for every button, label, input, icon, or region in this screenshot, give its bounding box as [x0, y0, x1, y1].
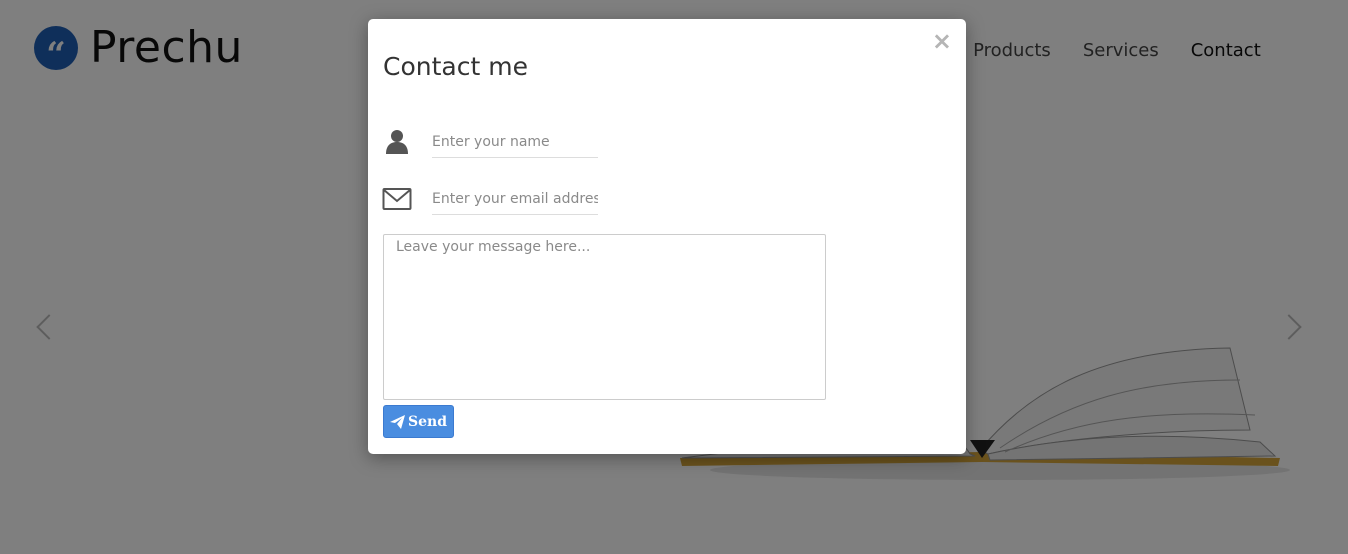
email-row: [382, 183, 598, 215]
message-textarea[interactable]: [383, 234, 826, 400]
modal-title: Contact me: [383, 52, 528, 81]
name-row: [382, 126, 598, 158]
send-button-label: Send: [408, 413, 447, 430]
email-input[interactable]: [432, 183, 598, 215]
name-input[interactable]: [432, 126, 598, 158]
contact-modal: × Contact me Send: [368, 19, 966, 454]
send-button[interactable]: Send: [383, 405, 454, 438]
user-icon: [382, 127, 412, 157]
paper-plane-icon: [390, 414, 405, 429]
envelope-icon: [382, 184, 412, 214]
close-icon[interactable]: ×: [932, 29, 952, 53]
